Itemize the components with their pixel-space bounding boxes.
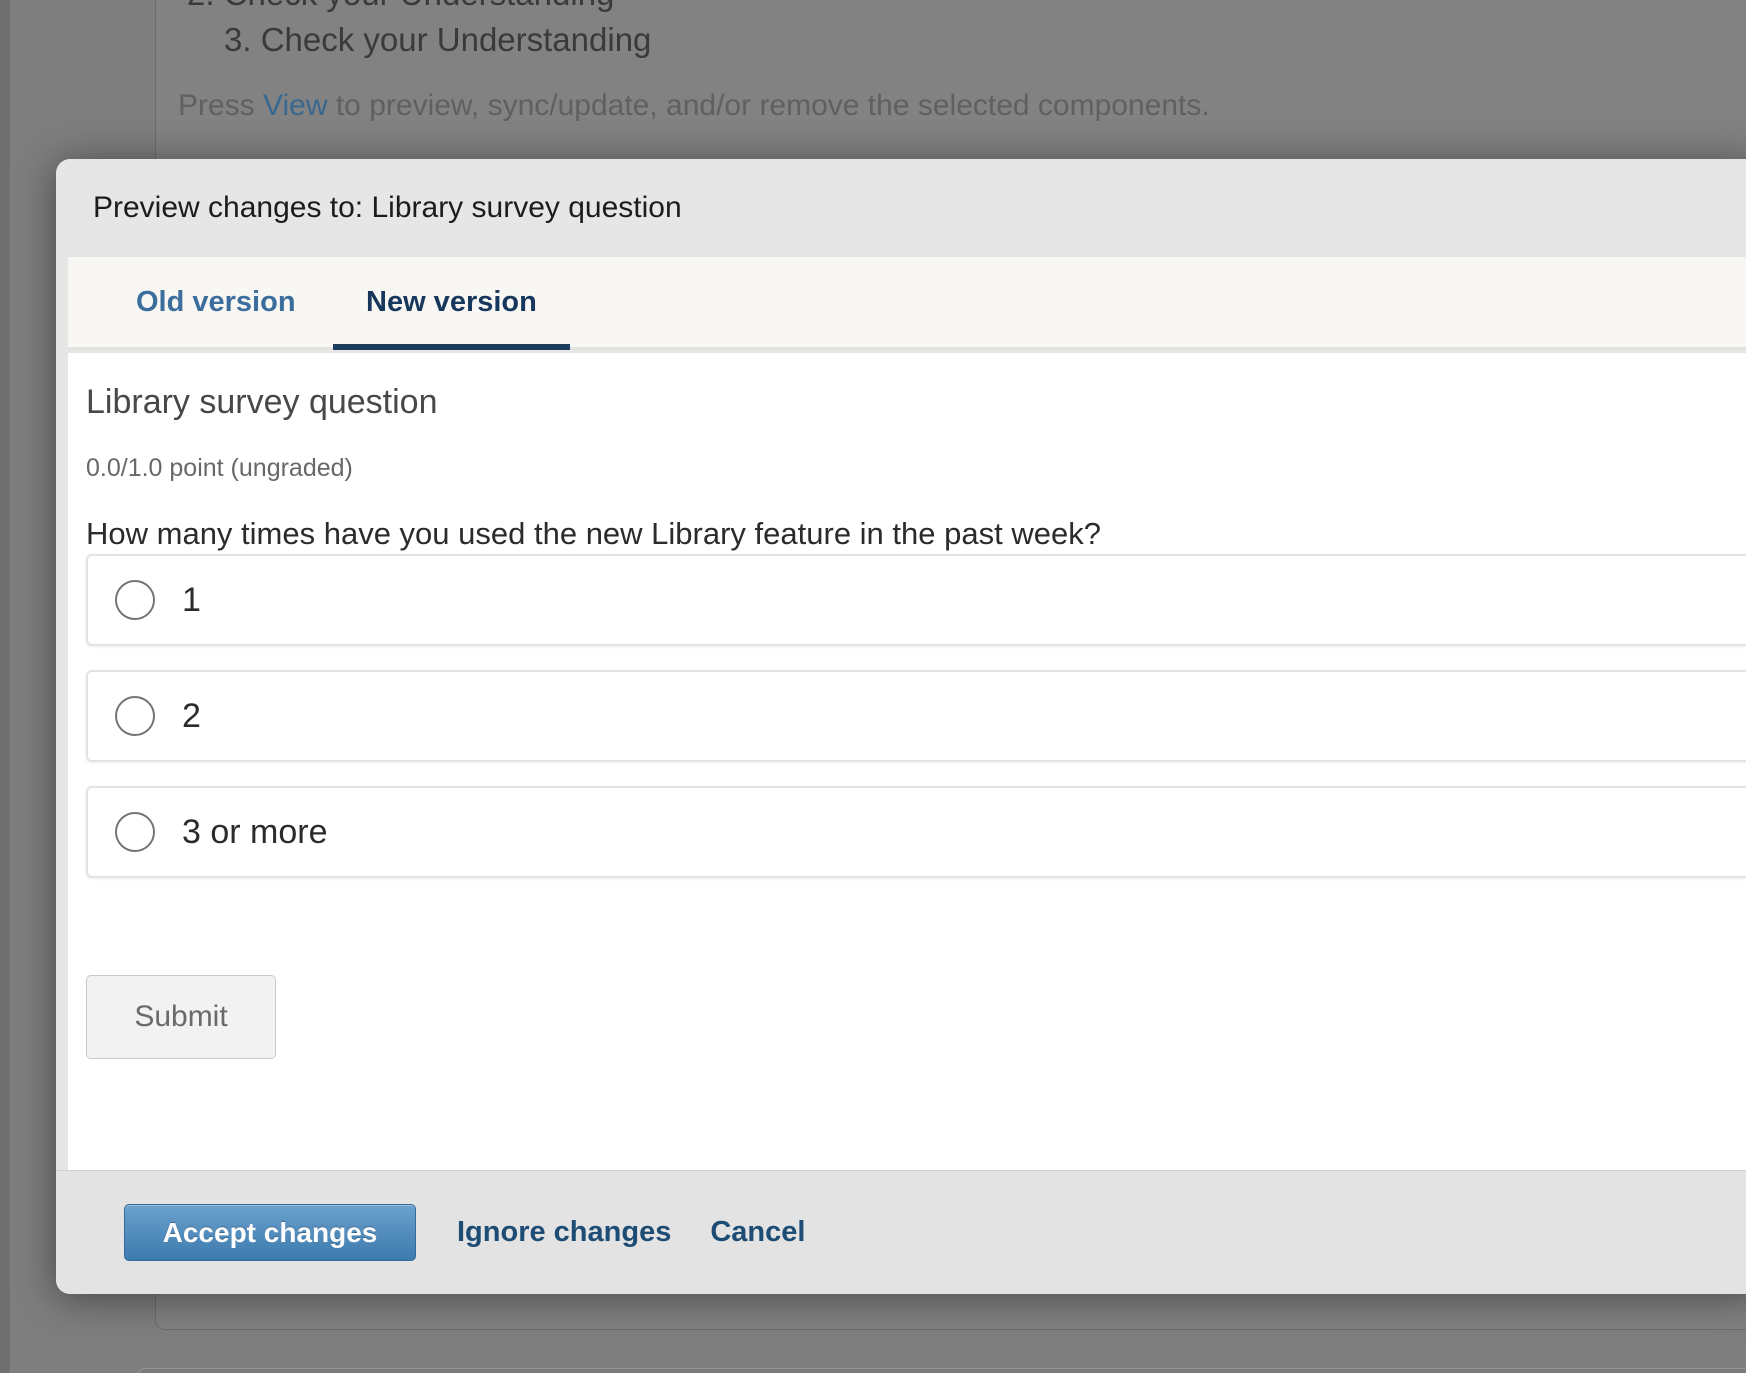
option-label-2: 2 — [182, 697, 201, 736]
dimmed-card-bottom — [137, 1368, 1746, 1373]
problem-preview-pane: Library survey question 0.0/1.0 point (u… — [68, 353, 1746, 1170]
press-view-hint: Press View to preview, sync/update, and/… — [178, 84, 1210, 128]
dimmed-page-sidebar — [0, 0, 10, 1373]
ignore-changes-link[interactable]: Ignore changes — [457, 1216, 671, 1249]
hint-text-suffix: to preview, sync/update, and/or remove t… — [328, 89, 1210, 122]
question-text: How many times have you used the new Lib… — [86, 514, 1746, 554]
option-label-3: 3 or more — [182, 813, 328, 852]
radio-icon[interactable] — [115, 696, 155, 736]
tab-old-version[interactable]: Old version — [103, 257, 329, 350]
answer-option-2[interactable]: 2 — [86, 670, 1746, 762]
cancel-link[interactable]: Cancel — [710, 1216, 805, 1249]
dimmed-list-item-3: 3. Check your Understanding — [224, 18, 651, 62]
option-label-1: 1 — [182, 581, 201, 620]
view-link[interactable]: View — [263, 89, 327, 122]
dimmed-list-item-2: 2. Check your Understanding — [187, 0, 614, 16]
problem-points: 0.0/1.0 point (ungraded) — [86, 451, 1746, 485]
screen: 2. Check your Understanding 3. Check you… — [0, 0, 1746, 1373]
answer-option-1[interactable]: 1 — [86, 554, 1746, 646]
radio-icon[interactable] — [115, 580, 155, 620]
modal-header: Preview changes to: Library survey quest… — [56, 159, 1746, 257]
problem-title: Library survey question — [86, 380, 1746, 424]
accept-changes-button[interactable]: Accept changes — [124, 1204, 416, 1261]
preview-changes-modal: Preview changes to: Library survey quest… — [56, 159, 1746, 1294]
hint-text-prefix: Press — [178, 89, 263, 122]
submit-button[interactable]: Submit — [86, 975, 276, 1059]
tab-new-version[interactable]: New version — [333, 257, 570, 350]
radio-icon[interactable] — [115, 812, 155, 852]
modal-title: Preview changes to: Library survey quest… — [93, 191, 682, 225]
version-tabbar: Old version New version — [68, 257, 1746, 350]
answer-option-3[interactable]: 3 or more — [86, 786, 1746, 878]
modal-footer: Accept changes Ignore changes Cancel — [56, 1170, 1746, 1294]
